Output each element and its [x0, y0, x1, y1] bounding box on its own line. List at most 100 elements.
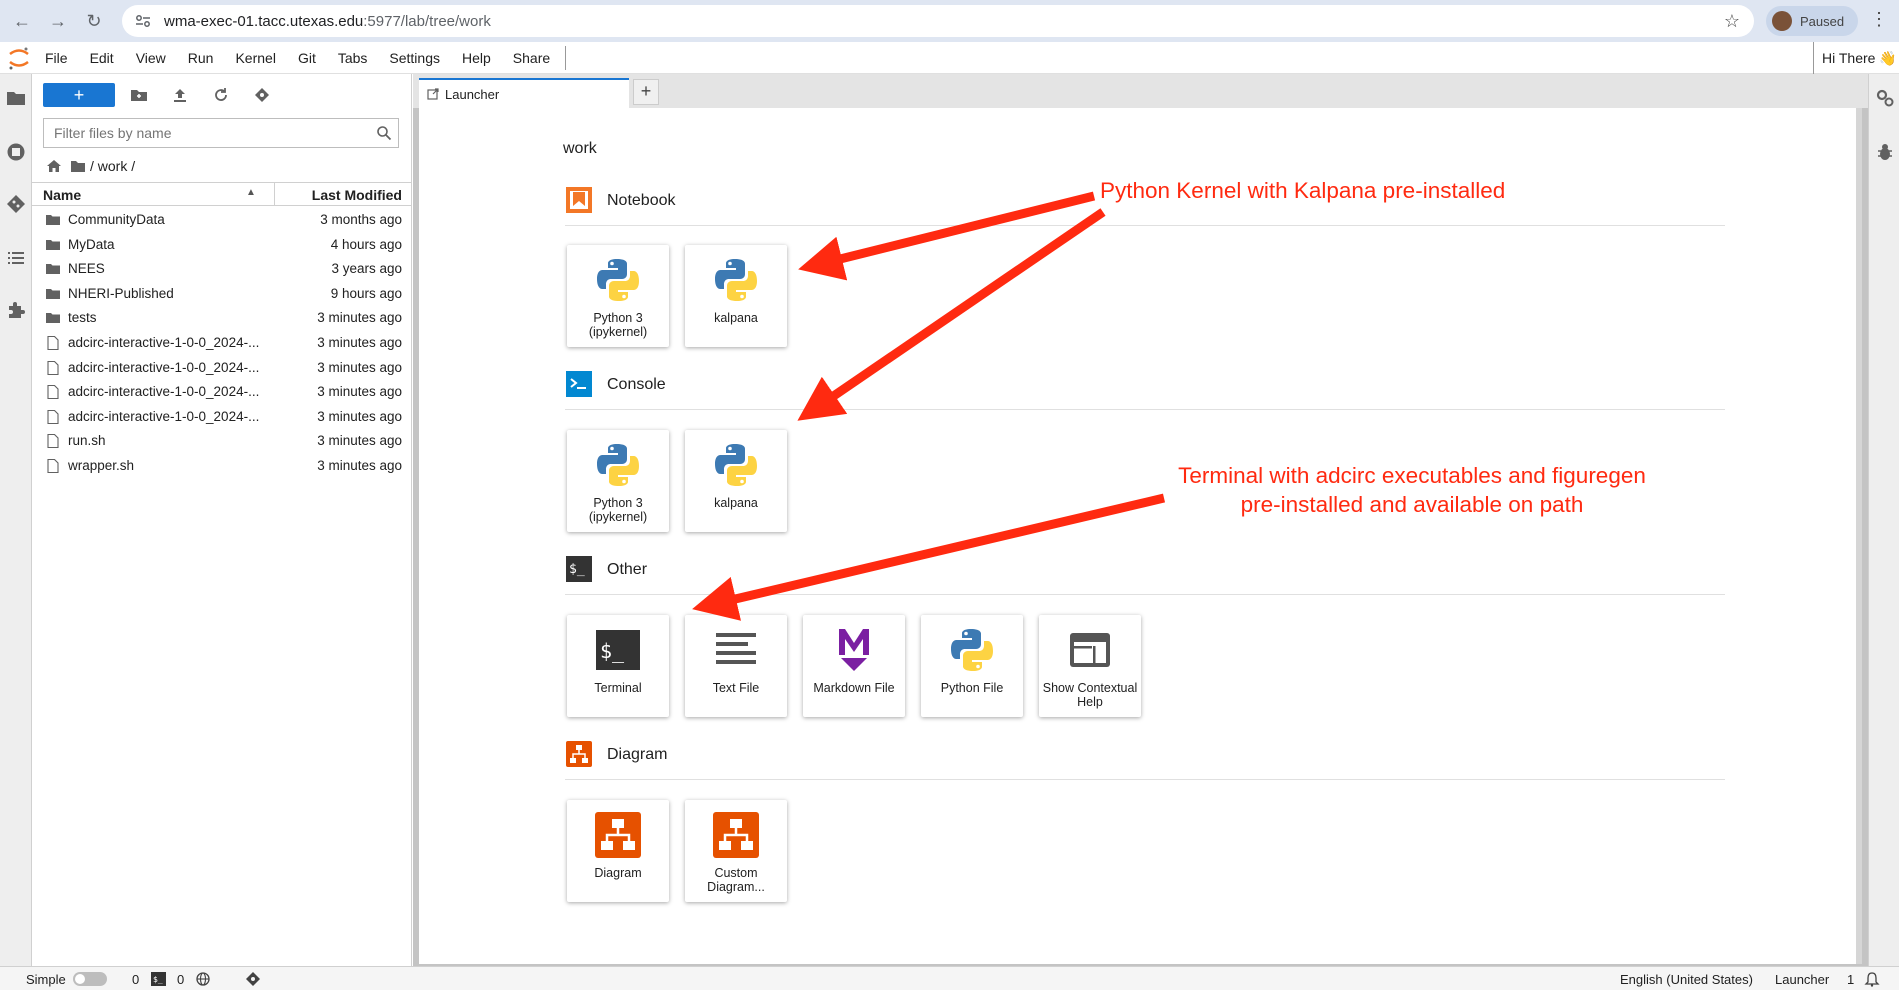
- notebook-kalpana-card[interactable]: kalpana: [685, 245, 787, 347]
- file-name: CommunityData: [68, 212, 165, 227]
- list-item[interactable]: run.sh 3 minutes ago: [32, 429, 412, 454]
- table-of-contents-icon[interactable]: [6, 248, 26, 268]
- reload-icon[interactable]: ↻: [80, 7, 108, 35]
- contextual-help-icon: [1070, 633, 1110, 667]
- folder-icon[interactable]: [70, 159, 86, 173]
- new-folder-icon[interactable]: [130, 86, 148, 104]
- menu-help[interactable]: Help: [451, 50, 502, 66]
- terminals-count[interactable]: 0: [177, 972, 184, 987]
- card-label: Python 3 (ipykernel): [588, 311, 648, 339]
- new-tab-button[interactable]: +: [633, 79, 659, 105]
- file-browser-panel: + Filter files by name / work / Name ▲ L…: [32, 74, 412, 970]
- bookmark-star-icon[interactable]: ☆: [1724, 11, 1740, 32]
- menu-run[interactable]: Run: [177, 50, 225, 66]
- profile-button[interactable]: Paused: [1766, 6, 1859, 36]
- custom-diagram-card[interactable]: Custom Diagram...: [685, 800, 787, 902]
- list-item[interactable]: adcirc-interactive-1-0-0_2024-... 3 minut…: [32, 331, 412, 356]
- wave-emoji: 👋: [1879, 49, 1897, 66]
- list-item[interactable]: adcirc-interactive-1-0-0_2024-... 3 minut…: [32, 380, 412, 405]
- list-item[interactable]: adcirc-interactive-1-0-0_2024-... 3 minut…: [32, 356, 412, 381]
- user-menu[interactable]: Hi There 👋: [1813, 42, 1897, 74]
- diagram-card[interactable]: Diagram: [567, 800, 669, 902]
- file-name: adcirc-interactive-1-0-0_2024-...: [68, 408, 260, 424]
- menu-edit[interactable]: Edit: [79, 50, 125, 66]
- browser-menu-icon[interactable]: ⋮: [1870, 9, 1888, 30]
- notebook-python3-card[interactable]: Python 3 (ipykernel): [567, 245, 669, 347]
- upload-icon[interactable]: [171, 86, 189, 104]
- list-item[interactable]: CommunityData 3 months ago: [32, 208, 412, 233]
- address-bar[interactable]: wma-exec-01.tacc.utexas.edu:5977/lab/tre…: [122, 5, 1754, 37]
- console-python3-card[interactable]: Python 3 (ipykernel): [567, 430, 669, 532]
- folder-icon: [46, 215, 60, 225]
- file-name: MyData: [68, 236, 115, 252]
- menu-git[interactable]: Git: [287, 50, 327, 66]
- console-prompt-icon: [566, 371, 592, 397]
- menu-settings[interactable]: Settings: [378, 50, 451, 66]
- file-listing-header: Name ▲ Last Modified: [32, 182, 412, 206]
- file-modified: 3 minutes ago: [317, 334, 402, 350]
- file-name: adcirc-interactive-1-0-0_2024-...: [68, 334, 260, 350]
- list-item[interactable]: adcirc-interactive-1-0-0_2024-... 3 minut…: [32, 405, 412, 430]
- new-launcher-button[interactable]: +: [43, 83, 115, 107]
- terminal-annotation-line1: Terminal with adcirc executables and fig…: [1178, 463, 1646, 488]
- card-label: Custom Diagram...: [707, 866, 765, 894]
- menu-view[interactable]: View: [125, 50, 177, 66]
- jupyter-menubar: File Edit View Run Kernel Git Tabs Setti…: [0, 42, 1899, 74]
- kernels-count[interactable]: 0: [132, 972, 139, 987]
- list-item[interactable]: NEES 3 years ago: [32, 257, 412, 282]
- tab-launcher[interactable]: Launcher: [419, 78, 629, 108]
- running-sessions-icon[interactable]: [6, 142, 26, 162]
- breadcrumb-path[interactable]: / work /: [90, 158, 135, 174]
- user-greeting: Hi There: [1822, 50, 1876, 66]
- terminal-icon: $_: [151, 972, 166, 986]
- menu-kernel[interactable]: Kernel: [224, 50, 286, 66]
- column-name-header[interactable]: Name: [43, 187, 81, 203]
- folder-icon: [46, 288, 60, 299]
- git-icon[interactable]: [245, 971, 261, 987]
- text-file-card[interactable]: Text File: [685, 615, 787, 717]
- list-item[interactable]: wrapper.sh 3 minutes ago: [32, 454, 412, 479]
- column-divider[interactable]: [274, 183, 275, 205]
- file-filter-input[interactable]: Filter files by name: [43, 118, 399, 148]
- card-label: Python 3 (ipykernel): [588, 496, 648, 524]
- python-logo-icon: [715, 444, 757, 486]
- home-icon[interactable]: [46, 159, 62, 173]
- card-label: Markdown File: [813, 681, 895, 695]
- menu-file[interactable]: File: [34, 50, 79, 66]
- folder-icon[interactable]: [6, 88, 26, 108]
- list-item[interactable]: MyData 4 hours ago: [32, 233, 412, 258]
- git-icon[interactable]: [6, 194, 26, 214]
- simple-mode-toggle[interactable]: [73, 972, 107, 986]
- list-item[interactable]: tests 3 minutes ago: [32, 306, 412, 331]
- sort-ascending-icon: ▲: [246, 187, 256, 198]
- language-indicator[interactable]: English (United States): [1620, 972, 1753, 987]
- property-inspector-gears-icon[interactable]: [1875, 88, 1895, 108]
- extensions-puzzle-icon[interactable]: [6, 300, 26, 320]
- contextual-help-card[interactable]: Show Contextual Help: [1039, 615, 1141, 717]
- active-panel-label: Launcher: [1775, 972, 1830, 987]
- column-modified-header[interactable]: Last Modified: [312, 187, 402, 203]
- forward-icon[interactable]: →: [44, 7, 72, 35]
- menu-share[interactable]: Share: [502, 50, 561, 66]
- card-label: Python File: [940, 681, 1004, 695]
- back-icon[interactable]: ←: [8, 7, 36, 35]
- debugger-bug-icon[interactable]: [1875, 142, 1895, 162]
- notification-bell-icon[interactable]: [1864, 971, 1880, 987]
- python-file-card[interactable]: Python File: [921, 615, 1023, 717]
- globe-icon[interactable]: [196, 972, 210, 986]
- menu-tabs[interactable]: Tabs: [327, 50, 379, 66]
- list-item[interactable]: NHERI-Published 9 hours ago: [32, 282, 412, 307]
- terminal-annotation-line2: pre-installed and available on path: [1240, 492, 1584, 517]
- tab-bar: Launcher +: [413, 74, 1868, 108]
- file-name: run.sh: [68, 433, 106, 449]
- markdown-file-card[interactable]: Markdown File: [803, 615, 905, 717]
- simple-mode-label: Simple: [26, 972, 66, 987]
- terminal-card[interactable]: $_ Terminal: [567, 615, 669, 717]
- file-icon: [47, 385, 59, 400]
- refresh-icon[interactable]: [212, 86, 230, 104]
- file-icon: [47, 458, 59, 473]
- site-settings-icon[interactable]: [134, 12, 152, 30]
- console-kalpana-card[interactable]: kalpana: [685, 430, 787, 532]
- main-dock-area: Launcher + work Notebook Python 3 (ipyke…: [413, 74, 1868, 970]
- git-clone-icon[interactable]: [253, 86, 271, 104]
